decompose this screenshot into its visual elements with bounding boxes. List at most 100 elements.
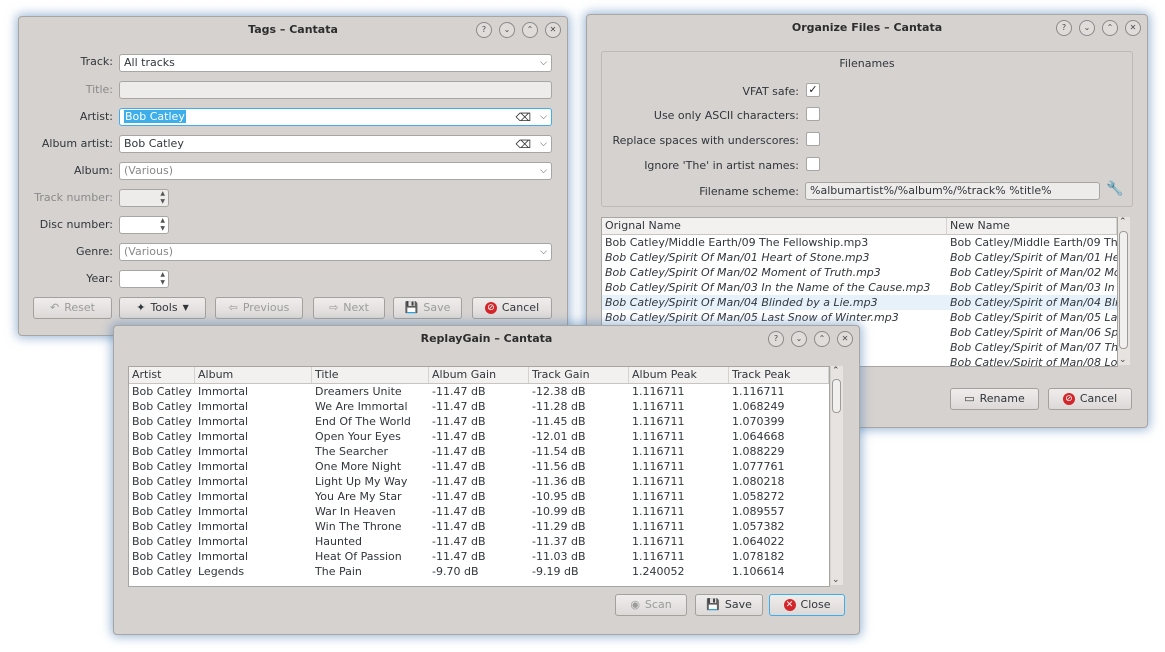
organize-titlebar[interactable]: Organize Files – Cantata ? ⌄ ⌃ ✕ [587,15,1147,41]
album-gain-cell: -11.47 dB [432,430,486,443]
help-icon[interactable]: ? [476,22,492,38]
table-row[interactable]: Bob Catley Immortal Dreamers Unite -11.47 d… [129,384,829,399]
title-cell: Haunted [315,535,363,548]
scan-button[interactable]: ◉ Scan [615,594,687,616]
table-row[interactable]: Bob Catley Legends The Pain -9.70 dB -9.19 d… [129,564,829,579]
tools-button[interactable]: ✦ Tools ▼ [119,297,206,319]
wrench-icon[interactable]: 🔧 [1106,181,1123,197]
table-row[interactable]: Bob Catley/Spirit Of Man/05 Last Snow of… [602,310,1117,325]
previous-button[interactable]: ⇦ Previous [215,297,303,319]
column-header[interactable]: Album Gain [429,367,529,383]
option-label: Use only ASCII characters: [653,109,799,122]
minimize-icon[interactable]: ⌄ [791,331,807,347]
table-row[interactable]: Bob Catley Immortal You Are My Star -11.47 … [129,489,829,504]
column-header[interactable]: Artist [129,367,195,383]
artist-combo[interactable]: Bob Catley ⌫ ⌵ [119,108,552,126]
close-icon[interactable]: ✕ [545,22,561,38]
album-label: Album: [74,164,113,177]
table-row[interactable]: Bob Catley Immortal War In Heaven -11.47 dB… [129,504,829,519]
title-cell: We Are Immortal [315,400,408,413]
clear-text-icon[interactable]: ⌫ [515,110,531,126]
maximize-icon[interactable]: ⌃ [814,331,830,347]
close-icon[interactable]: ✕ [837,331,853,347]
save-button[interactable]: 💾 Save [695,594,763,616]
column-header[interactable]: Album [195,367,312,383]
chevron-down-icon[interactable]: ⌵ [540,109,547,125]
ignore-the-checkbox[interactable] [806,157,820,171]
table-row[interactable]: Bob Catley Immortal Light Up My Way -11.47 … [129,474,829,489]
vfat-checkbox[interactable]: ✓ [806,83,820,97]
help-icon[interactable]: ? [768,331,784,347]
scroll-up-icon[interactable]: ⌃ [832,366,840,376]
year-spinbox[interactable]: ▲ ▼ [119,270,169,288]
track-number-spinbox[interactable]: ▲ ▼ [119,189,169,207]
clear-text-icon[interactable]: ⌫ [515,137,531,153]
new-name-cell: Bob Catley/Spirit of Man/05 Last Snow of… [950,311,1117,324]
cancel-icon: ⊘ [484,302,497,314]
underscores-checkbox[interactable] [806,132,820,146]
table-row[interactable]: Bob Catley/Spirit Of Man/03 In the Name … [602,280,1117,295]
ascii-checkbox[interactable] [806,107,820,121]
table-row[interactable]: Bob Catley Immortal One More Night -11.47 d… [129,459,829,474]
track-value: All tracks [124,56,175,69]
table-row[interactable]: Bob Catley Immortal Heat Of Passion -11.47 … [129,549,829,564]
album-artist-combo[interactable]: Bob Catley ⌫ ⌵ [119,135,552,153]
scroll-down-icon[interactable]: ⌄ [1119,355,1127,365]
table-row[interactable]: Bob Catley Immortal Win The Throne -11.47 d… [129,519,829,534]
cancel-label: Cancel [1079,392,1118,405]
minimize-icon[interactable]: ⌄ [1079,20,1095,36]
chevron-down-icon[interactable]: ⌵ [540,136,547,152]
vertical-scrollbar[interactable]: ⌃ ⌄ [831,366,843,585]
table-row[interactable]: Bob Catley/Spirit Of Man/02 Moment of Tr… [602,265,1117,280]
genre-label: Genre: [75,245,113,258]
scrollbar-thumb[interactable] [1119,231,1128,349]
table-row[interactable]: Bob Catley Immortal End Of The World -11.47… [129,414,829,429]
album-gain-cell: -11.47 dB [432,415,486,428]
column-header[interactable]: New Name [947,218,1117,234]
rename-button[interactable]: ▭ Rename [950,388,1039,410]
album-combo[interactable]: (Various) ⌵ [119,162,552,180]
scroll-down-icon[interactable]: ⌄ [832,575,840,585]
replaygain-titlebar[interactable]: ReplayGain – Cantata ? ⌄ ⌃ ✕ [114,326,859,352]
spin-arrows-icon[interactable]: ▲ ▼ [160,190,165,206]
close-icon[interactable]: ✕ [1125,20,1141,36]
cancel-button[interactable]: ⊘ Cancel [1048,388,1132,410]
table-row[interactable]: Bob Catley/Spirit Of Man/01 Heart of Sto… [602,250,1117,265]
genre-combo[interactable]: (Various) ⌵ [119,243,552,261]
scrollbar-thumb[interactable] [832,379,841,413]
scroll-up-icon[interactable]: ⌃ [1119,217,1127,227]
table-row[interactable]: Bob Catley Immortal Open Your Eyes -11.47 d… [129,429,829,444]
table-row[interactable]: Bob Catley/Middle Earth/09 The Fellowshi… [602,235,1117,250]
spin-arrows-icon[interactable]: ▲ ▼ [160,271,165,287]
maximize-icon[interactable]: ⌃ [1102,20,1118,36]
spin-arrows-icon[interactable]: ▲ ▼ [160,217,165,233]
cancel-button[interactable]: ⊘ Cancel [472,297,552,319]
next-button[interactable]: ⇨ Next [313,297,385,319]
vertical-scrollbar[interactable]: ⌃ ⌄ [1118,217,1130,365]
tags-titlebar[interactable]: Tags – Cantata ? ⌄ ⌃ ✕ [19,17,567,43]
reset-button[interactable]: ↶ Reset [33,297,112,319]
save-button[interactable]: 💾 Save [393,297,462,319]
chevron-down-icon[interactable]: ⌵ [540,244,547,260]
scheme-field[interactable]: %albumartist%/%album%/%track% %title% [805,182,1100,200]
help-icon[interactable]: ? [1056,20,1072,36]
minimize-icon[interactable]: ⌄ [499,22,515,38]
column-header[interactable]: Track Peak [729,367,829,383]
album-artist-value: Bob Catley [124,137,184,150]
column-header[interactable]: Orignal Name [602,218,947,234]
column-header[interactable]: Track Gain [529,367,629,383]
maximize-icon[interactable]: ⌃ [522,22,538,38]
track-select[interactable]: All tracks ⌵ [119,54,552,72]
column-header[interactable]: Title [312,367,429,383]
title-cell: The Searcher [315,445,389,458]
table-row[interactable]: Bob Catley/Spirit Of Man/04 Blinded by a… [602,295,1117,310]
table-row[interactable]: Bob Catley Immortal The Searcher -11.47 dB -… [129,444,829,459]
chevron-down-icon[interactable]: ⌵ [540,163,547,179]
table-row[interactable]: Bob Catley Immortal Haunted -11.47 dB -11.37… [129,534,829,549]
table-row[interactable]: Bob Catley Immortal We Are Immortal -11.47 … [129,399,829,414]
disc-number-spinbox[interactable]: ▲ ▼ [119,216,169,234]
scheme-label: Filename scheme: [699,185,799,198]
close-button[interactable]: ✕ Close [769,594,845,616]
title-field[interactable] [119,81,552,99]
column-header[interactable]: Album Peak [629,367,729,383]
